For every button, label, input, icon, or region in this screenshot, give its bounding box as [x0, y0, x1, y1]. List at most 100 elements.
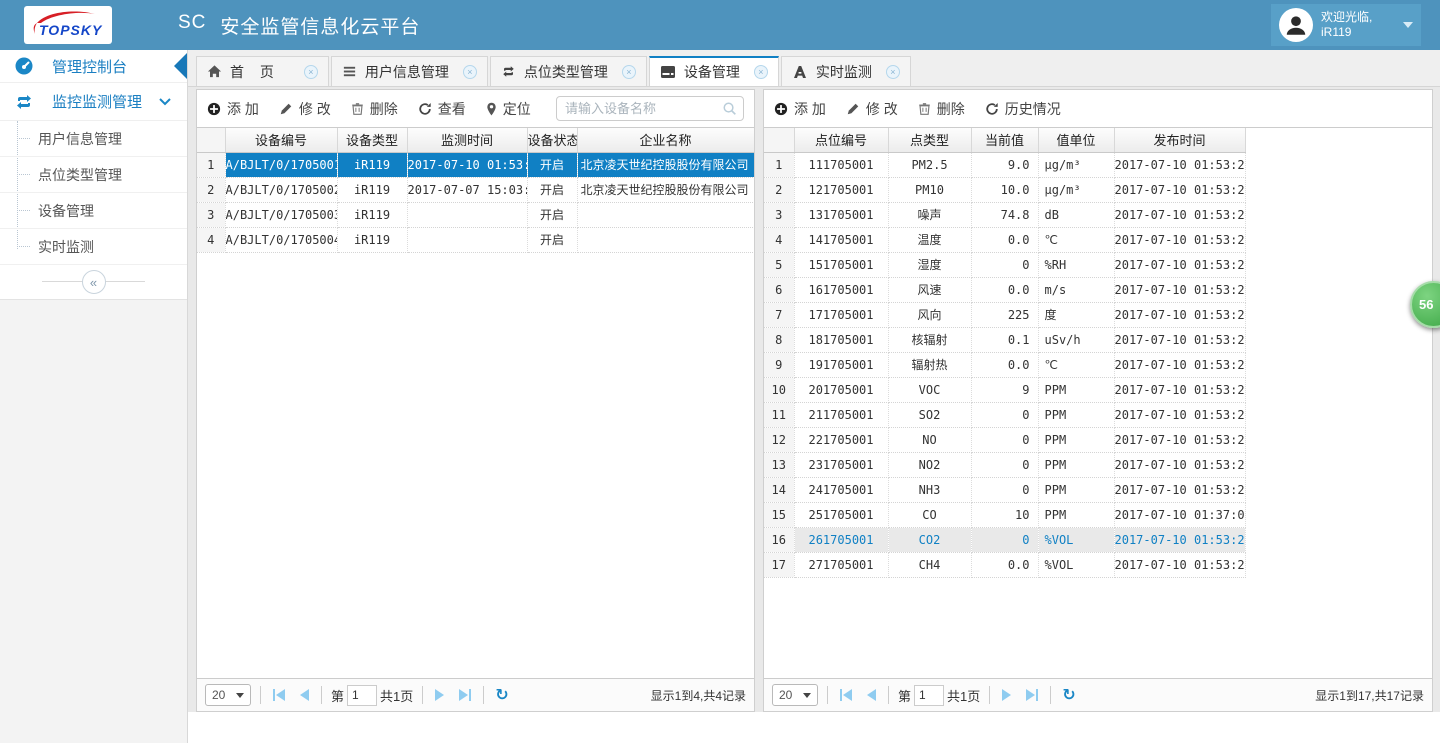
table-cell[interactable]: 0 [971, 527, 1038, 552]
table-cell[interactable]: 9.0 [971, 152, 1038, 177]
page-number-input[interactable] [347, 685, 377, 706]
last-page-button[interactable] [456, 689, 474, 701]
table-row[interactable]: 2121705001PM1010.0μg/m³2017-07-10 01:53:… [764, 177, 1245, 202]
table-cell[interactable]: 噪声 [888, 202, 971, 227]
table-cell[interactable]: 2017-07-10 01:53:22 [1114, 252, 1245, 277]
first-page-button[interactable] [270, 689, 288, 701]
table-cell[interactable]: ℃ [1038, 352, 1114, 377]
table-cell[interactable]: iR119 [337, 227, 407, 252]
table-cell[interactable]: 2017-07-10 01:53:22 [1114, 377, 1245, 402]
table-cell[interactable]: 211705001 [794, 402, 888, 427]
table-cell[interactable]: 2017-07-10 01:53:21 [1114, 477, 1245, 502]
first-page-button[interactable] [837, 689, 855, 701]
table-cell[interactable]: CO [888, 502, 971, 527]
table-row[interactable]: 5151705001湿度0%RH2017-07-10 01:53:22 [764, 252, 1245, 277]
sidebar-item-dashboard[interactable]: 管理控制台 [0, 50, 187, 83]
table-cell[interactable]: 251705001 [794, 502, 888, 527]
table-cell[interactable]: 161705001 [794, 277, 888, 302]
table-cell[interactable]: μg/m³ [1038, 152, 1114, 177]
table-row[interactable]: 12221705001NO0PPM2017-07-10 01:53:21 [764, 427, 1245, 452]
table-cell[interactable]: iR119 [337, 177, 407, 202]
delete-button[interactable]: 删除 [351, 99, 398, 119]
table-cell[interactable]: PPM [1038, 427, 1114, 452]
table-cell[interactable]: 2017-07-10 01:53:21 [1114, 327, 1245, 352]
table-cell[interactable]: 2017-07-10 01:53:22 [1114, 402, 1245, 427]
tab-home[interactable]: 首 页 × [196, 56, 329, 86]
table-cell[interactable]: 171705001 [794, 302, 888, 327]
table-cell[interactable]: 0.0 [971, 552, 1038, 577]
sidebar-item-point-type[interactable]: 点位类型管理 [0, 157, 187, 193]
column-header[interactable]: 企业名称 [577, 128, 754, 152]
table-cell[interactable]: %VOL [1038, 527, 1114, 552]
column-header[interactable]: 设备类型 [337, 128, 407, 152]
table-cell[interactable]: NH3 [888, 477, 971, 502]
table-cell[interactable]: CO2 [888, 527, 971, 552]
table-cell[interactable]: NO [888, 427, 971, 452]
prev-page-button[interactable] [297, 689, 312, 701]
table-cell[interactable]: %RH [1038, 252, 1114, 277]
table-cell[interactable]: 10 [971, 502, 1038, 527]
table-cell[interactable]: 141705001 [794, 227, 888, 252]
table-cell[interactable]: 0.0 [971, 277, 1038, 302]
last-page-button[interactable] [1023, 689, 1041, 701]
column-header[interactable]: 值单位 [1038, 128, 1114, 152]
table-cell[interactable]: iR119 [337, 202, 407, 227]
table-row[interactable]: 1111705001PM2.59.0μg/m³2017-07-10 01:53:… [764, 152, 1245, 177]
reload-icon[interactable]: ↻ [1060, 685, 1077, 705]
table-cell[interactable] [577, 227, 754, 252]
table-row[interactable]: 3131705001噪声74.8dB2017-07-10 01:53:22 [764, 202, 1245, 227]
table-cell[interactable]: CH4 [888, 552, 971, 577]
table-cell[interactable]: 开启 [527, 152, 577, 177]
table-cell[interactable]: 北京凌天世纪控股股份有限公司 [577, 177, 754, 202]
add-button[interactable]: 添 加 [207, 99, 259, 119]
table-cell[interactable]: A/BJLT/0/1705004 [225, 227, 337, 252]
user-menu[interactable]: 欢迎光临, iR119 [1271, 4, 1421, 46]
table-cell[interactable]: 0 [971, 427, 1038, 452]
table-cell[interactable]: 北京凌天世纪控股股份有限公司 [577, 152, 754, 177]
table-cell[interactable]: 2017-07-10 01:53:21 [1114, 302, 1245, 327]
table-cell[interactable]: 221705001 [794, 427, 888, 452]
tab-device[interactable]: 设备管理 × [649, 56, 779, 86]
table-cell[interactable]: m/s [1038, 277, 1114, 302]
table-row[interactable]: 10201705001VOC9PPM2017-07-10 01:53:22 [764, 377, 1245, 402]
table-cell[interactable]: 2017-07-10 01:53:21 [1114, 352, 1245, 377]
tab-realtime[interactable]: 实时监测 × [781, 56, 911, 86]
table-cell[interactable]: PPM [1038, 502, 1114, 527]
table-cell[interactable]: 0 [971, 477, 1038, 502]
table-row[interactable]: 13231705001NO20PPM2017-07-10 01:53:22 [764, 452, 1245, 477]
table-row[interactable]: 9191705001辐射热0.0℃2017-07-10 01:53:21 [764, 352, 1245, 377]
close-icon[interactable]: × [463, 65, 477, 79]
table-cell[interactable]: 风向 [888, 302, 971, 327]
table-cell[interactable]: 2017-07-10 01:53:22 [1114, 452, 1245, 477]
table-cell[interactable]: 2017-07-10 01:53:21 [1114, 427, 1245, 452]
sidebar-item-device[interactable]: 设备管理 [0, 193, 187, 229]
table-cell[interactable]: 0 [971, 402, 1038, 427]
table-cell[interactable] [407, 227, 527, 252]
table-cell[interactable]: 2017-07-10 01:53:22 [1114, 227, 1245, 252]
table-cell[interactable]: PPM [1038, 452, 1114, 477]
table-row[interactable]: 8181705001核辐射0.1uSv/h2017-07-10 01:53:21 [764, 327, 1245, 352]
table-cell[interactable]: 2017-07-10 01:53:22 [1114, 202, 1245, 227]
locate-button[interactable]: 定位 [486, 99, 531, 119]
table-cell[interactable]: 0.1 [971, 327, 1038, 352]
table-cell[interactable]: 191705001 [794, 352, 888, 377]
table-cell[interactable]: 2017-07-10 01:37:01 [1114, 502, 1245, 527]
edit-button[interactable]: 修 改 [846, 99, 898, 119]
table-cell[interactable]: 271705001 [794, 552, 888, 577]
table-cell[interactable]: PM10 [888, 177, 971, 202]
add-button[interactable]: 添 加 [774, 99, 826, 119]
table-cell[interactable]: 0 [971, 452, 1038, 477]
table-cell[interactable]: 湿度 [888, 252, 971, 277]
column-header[interactable]: 设备状态 [527, 128, 577, 152]
column-header[interactable]: 发布时间 [1114, 128, 1245, 152]
table-cell[interactable]: A/BJLT/0/1705002 [225, 177, 337, 202]
table-cell[interactable]: A/BJLT/0/1705001 [225, 152, 337, 177]
search-icon[interactable] [722, 101, 737, 116]
close-icon[interactable]: × [622, 65, 636, 79]
page-number-input[interactable] [914, 685, 944, 706]
table-cell[interactable]: iR119 [337, 152, 407, 177]
table-row[interactable]: 11211705001SO20PPM2017-07-10 01:53:22 [764, 402, 1245, 427]
table-cell[interactable]: dB [1038, 202, 1114, 227]
table-row[interactable]: 4141705001温度0.0℃2017-07-10 01:53:22 [764, 227, 1245, 252]
table-cell[interactable]: 2017-07-07 15:03:05 [407, 177, 527, 202]
